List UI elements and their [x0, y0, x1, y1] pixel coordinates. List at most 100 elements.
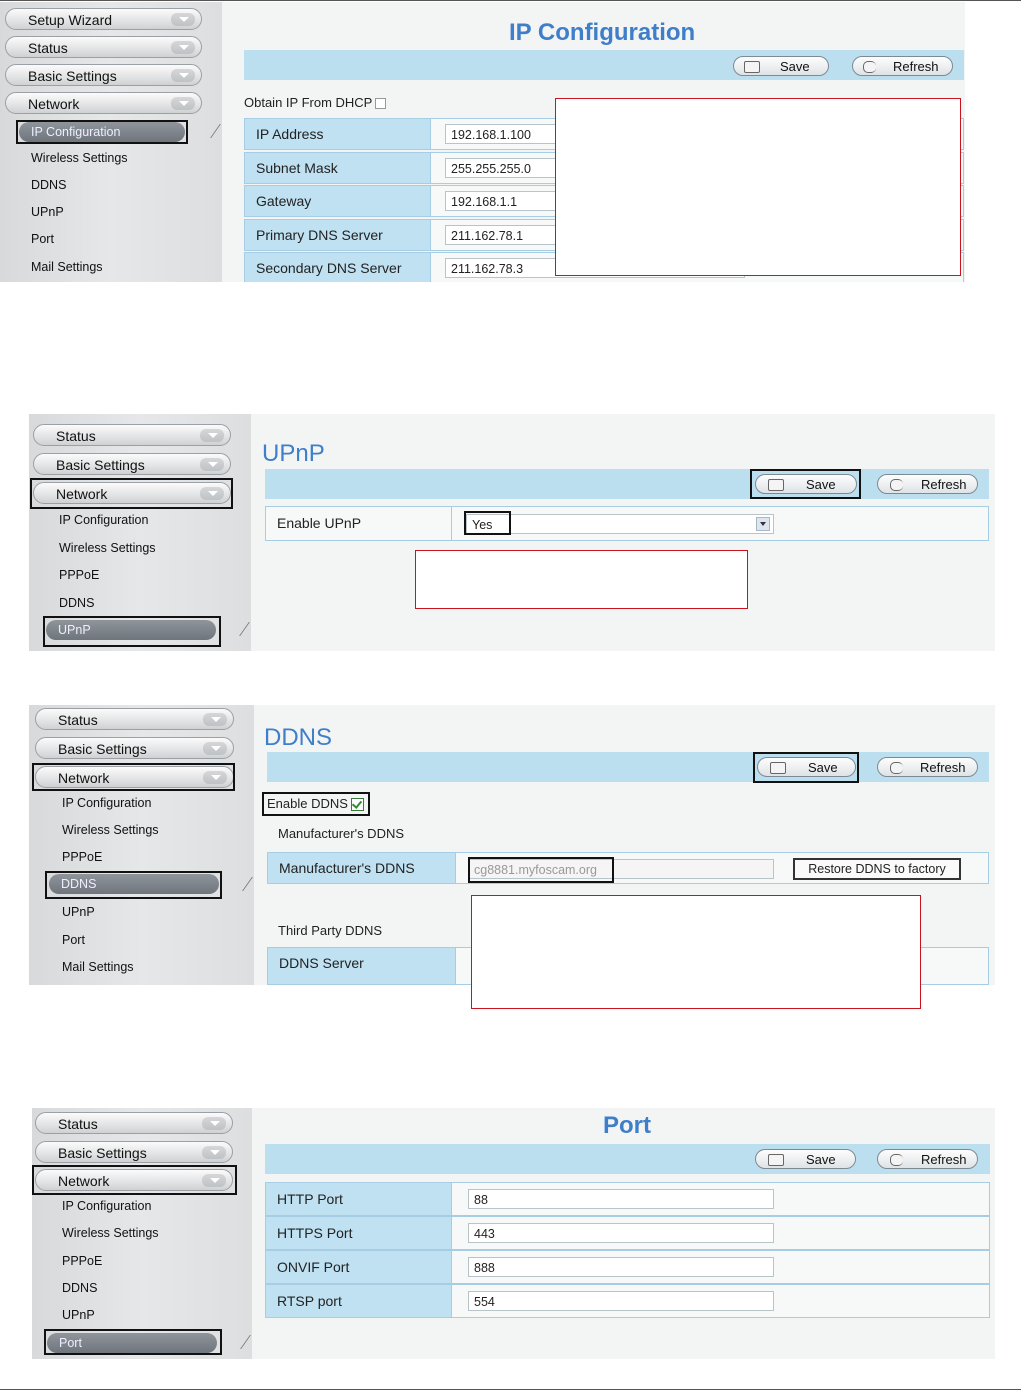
annotation-box — [555, 98, 961, 276]
sidebar-item-ip-configuration[interactable]: IP Configuration — [62, 796, 151, 810]
highlight-box — [32, 1165, 237, 1195]
sidebar-item-wireless-settings[interactable]: Wireless Settings — [62, 823, 159, 837]
menu-label: Basic Settings — [58, 1145, 147, 1161]
menu-label: Basic Settings — [56, 457, 145, 473]
sidebar-item-mail-settings[interactable]: Mail Settings — [62, 960, 134, 974]
highlight-box — [464, 511, 511, 535]
field-value-cell: 888 — [452, 1251, 989, 1283]
chevron-down-icon — [171, 13, 195, 26]
pointer-notch — [242, 877, 263, 891]
field-label: Gateway — [245, 186, 431, 216]
sidebar-item-ddns[interactable]: DDNS — [62, 1281, 97, 1295]
dhcp-checkbox[interactable] — [375, 98, 387, 110]
page-title: UPnP — [262, 440, 325, 467]
chevron-down-icon — [171, 69, 195, 82]
pointer-notch — [240, 1335, 261, 1349]
refresh-button[interactable]: Refresh — [852, 56, 953, 76]
chevron-down-icon — [200, 429, 224, 442]
sidebar-item-mail-settings[interactable]: Mail Settings — [31, 260, 103, 274]
menu-basic-settings[interactable]: Basic Settings — [5, 64, 202, 86]
dhcp-label: Obtain IP From DHCP — [244, 95, 373, 110]
sidebar-item-ip-configuration[interactable]: IP Configuration — [62, 1199, 151, 1213]
refresh-icon — [863, 61, 876, 73]
rtsp-port-input[interactable]: 554 — [468, 1291, 774, 1311]
field-label: HTTP Port — [266, 1183, 452, 1215]
save-icon — [768, 1154, 784, 1166]
field-label: Subnet Mask — [245, 153, 431, 183]
highlight-box — [44, 1329, 222, 1355]
refresh-button[interactable]: Refresh — [877, 474, 978, 494]
sidebar-item-ip-configuration[interactable]: IP Configuration — [59, 513, 148, 527]
field-label: HTTPS Port — [266, 1217, 452, 1249]
sidebar-item-port[interactable]: Port — [62, 933, 85, 947]
highlight-box — [16, 120, 188, 144]
refresh-icon — [890, 1154, 903, 1166]
field-label: Primary DNS Server — [245, 220, 431, 250]
sidebar-item-wireless-settings[interactable]: Wireless Settings — [62, 1226, 159, 1240]
sidebar-item-upnp[interactable]: UPnP — [62, 905, 95, 919]
field-row-manufacturer-ddns: Manufacturer's DDNS cg8881.myfoscam.org … — [267, 852, 989, 884]
page-top-rule — [0, 0, 1021, 1]
refresh-button[interactable]: Refresh — [877, 757, 978, 777]
field-value-cell: 443 — [452, 1217, 989, 1249]
menu-basic-settings[interactable]: Basic Settings — [33, 453, 231, 475]
sidebar-item-pppoe[interactable]: PPPoE — [59, 568, 99, 582]
highlight-box — [753, 752, 859, 783]
chevron-down-icon — [171, 97, 195, 110]
onvif-port-input[interactable]: 888 — [468, 1257, 774, 1277]
menu-label: Status — [58, 712, 98, 728]
https-port-input[interactable]: 443 — [468, 1223, 774, 1243]
chevron-down-icon — [171, 41, 195, 54]
menu-basic-settings[interactable]: Basic Settings — [35, 1141, 233, 1163]
enable-upnp-select[interactable]: Yes — [466, 514, 774, 534]
sidebar-item-wireless-settings[interactable]: Wireless Settings — [59, 541, 156, 555]
sidebar-item-port[interactable]: Port — [31, 232, 54, 246]
chevron-down-icon — [203, 713, 227, 726]
sidebar-item-upnp[interactable]: UPnP — [31, 205, 64, 219]
sidebar-item-ddns[interactable]: DDNS — [31, 178, 66, 192]
menu-setup-wizard[interactable]: Setup Wizard — [5, 8, 202, 30]
highlight-box — [750, 469, 861, 499]
refresh-label: Refresh — [921, 1152, 967, 1167]
refresh-label: Refresh — [893, 59, 939, 74]
chevron-down-icon — [202, 1117, 226, 1130]
restore-ddns-button[interactable]: Restore DDNS to factory — [793, 858, 961, 880]
pointer-notch — [239, 622, 260, 636]
menu-basic-settings[interactable]: Basic Settings — [35, 737, 234, 759]
refresh-button[interactable]: Refresh — [877, 1149, 978, 1169]
menu-network[interactable]: Network — [5, 92, 202, 114]
chevron-down-icon — [200, 458, 224, 471]
field-row-http-port: HTTP Port 88 — [265, 1182, 990, 1216]
menu-status[interactable]: Status — [35, 1112, 233, 1134]
field-label: ONVIF Port — [266, 1251, 452, 1283]
page-bottom-rule — [0, 1389, 1021, 1390]
refresh-label: Refresh — [920, 760, 966, 775]
annotation-box — [471, 895, 921, 1009]
save-button[interactable]: Save — [733, 56, 829, 76]
sidebar: Status Basic Settings Network IP Configu… — [29, 705, 263, 985]
menu-label: Status — [58, 1116, 98, 1132]
highlight-box — [45, 871, 222, 899]
sidebar-item-wireless-settings[interactable]: Wireless Settings — [31, 151, 128, 165]
field-label: IP Address — [245, 119, 431, 149]
field-label: DDNS Server — [268, 948, 456, 984]
sidebar-item-pppoe[interactable]: PPPoE — [62, 850, 102, 864]
refresh-icon — [890, 762, 903, 774]
sidebar-item-upnp[interactable]: UPnP — [62, 1308, 95, 1322]
http-port-input[interactable]: 88 — [468, 1189, 774, 1209]
field-value-cell: 554 — [452, 1285, 989, 1317]
highlight-box — [32, 763, 235, 791]
field-label: RTSP port — [266, 1285, 452, 1317]
menu-status[interactable]: Status — [5, 36, 202, 58]
refresh-icon — [890, 479, 903, 491]
save-button[interactable]: Save — [755, 1149, 856, 1169]
save-icon — [744, 61, 760, 73]
annotation-box — [415, 550, 748, 609]
sidebar-item-ddns[interactable]: DDNS — [59, 596, 94, 610]
manufacturer-ddns-heading: Manufacturer's DDNS — [278, 826, 405, 841]
sidebar: Status Basic Settings Network IP Configu… — [32, 1108, 261, 1359]
menu-status[interactable]: Status — [33, 424, 231, 446]
page-title: Port — [603, 1112, 651, 1139]
sidebar-item-pppoe[interactable]: PPPoE — [62, 1254, 102, 1268]
menu-status[interactable]: Status — [35, 708, 234, 730]
